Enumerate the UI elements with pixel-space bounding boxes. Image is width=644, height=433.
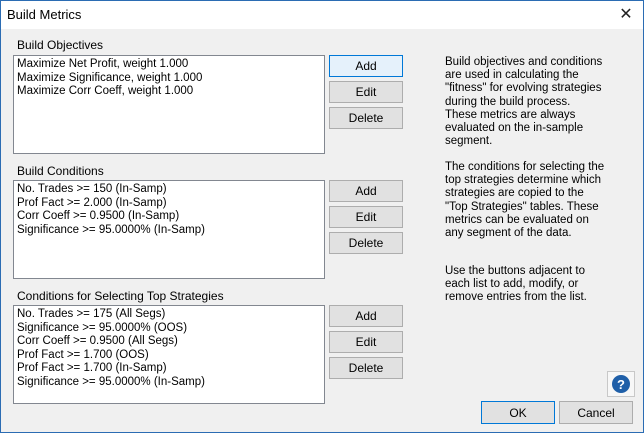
build-metrics-dialog: Build Metrics ✕ Build Objectives Maximiz… bbox=[0, 0, 644, 433]
list-item[interactable]: Prof Fact >= 2.000 (In-Samp) bbox=[17, 197, 321, 211]
window-title: Build Metrics bbox=[7, 7, 82, 22]
objectives-list[interactable]: Maximize Net Profit, weight 1.000 Maximi… bbox=[13, 55, 325, 154]
objectives-edit-button[interactable]: Edit bbox=[329, 81, 403, 103]
list-item[interactable]: No. Trades >= 150 (In-Samp) bbox=[17, 183, 321, 197]
top-add-button[interactable]: Add bbox=[329, 305, 403, 327]
cancel-button[interactable]: Cancel bbox=[559, 401, 633, 424]
title-bar: Build Metrics ✕ bbox=[1, 1, 643, 29]
top-delete-button[interactable]: Delete bbox=[329, 357, 403, 379]
list-item[interactable]: Prof Fact >= 1.700 (OOS) bbox=[17, 349, 321, 363]
ok-button[interactable]: OK bbox=[481, 401, 555, 424]
help-icon: ? bbox=[612, 375, 630, 393]
conditions-add-button[interactable]: Add bbox=[329, 180, 403, 202]
help-buttons-text: Use the buttons adjacent to each list to… bbox=[445, 265, 587, 304]
conditions-edit-button[interactable]: Edit bbox=[329, 206, 403, 228]
close-icon[interactable]: ✕ bbox=[615, 3, 637, 25]
list-item[interactable]: Maximize Net Profit, weight 1.000 bbox=[17, 58, 321, 72]
top-edit-button[interactable]: Edit bbox=[329, 331, 403, 353]
list-item[interactable]: Prof Fact >= 1.700 (In-Samp) bbox=[17, 362, 321, 376]
list-item[interactable]: Significance >= 95.0000% (In-Samp) bbox=[17, 224, 321, 238]
list-item[interactable]: Corr Coeff >= 0.9500 (All Segs) bbox=[17, 335, 321, 349]
conditions-list[interactable]: No. Trades >= 150 (In-Samp) Prof Fact >=… bbox=[13, 180, 325, 279]
help-button[interactable]: ? bbox=[607, 371, 635, 397]
list-item[interactable]: Significance >= 95.0000% (OOS) bbox=[17, 322, 321, 336]
top-conditions-list[interactable]: No. Trades >= 175 (All Segs) Significanc… bbox=[13, 305, 325, 404]
list-item[interactable]: No. Trades >= 175 (All Segs) bbox=[17, 308, 321, 322]
conditions-delete-button[interactable]: Delete bbox=[329, 232, 403, 254]
objectives-label: Build Objectives bbox=[17, 38, 104, 52]
objectives-delete-button[interactable]: Delete bbox=[329, 107, 403, 129]
help-top-text: The conditions for selecting the top str… bbox=[445, 161, 605, 240]
top-conditions-label: Conditions for Selecting Top Strategies bbox=[17, 289, 224, 303]
objectives-add-button[interactable]: Add bbox=[329, 55, 403, 77]
list-item[interactable]: Maximize Significance, weight 1.000 bbox=[17, 72, 321, 86]
help-objectives-text: Build objectives and conditions are used… bbox=[445, 56, 603, 148]
list-item[interactable]: Significance >= 95.0000% (In-Samp) bbox=[17, 376, 321, 390]
list-item[interactable]: Maximize Corr Coeff, weight 1.000 bbox=[17, 85, 321, 99]
conditions-label: Build Conditions bbox=[17, 164, 104, 178]
list-item[interactable]: Corr Coeff >= 0.9500 (In-Samp) bbox=[17, 210, 321, 224]
